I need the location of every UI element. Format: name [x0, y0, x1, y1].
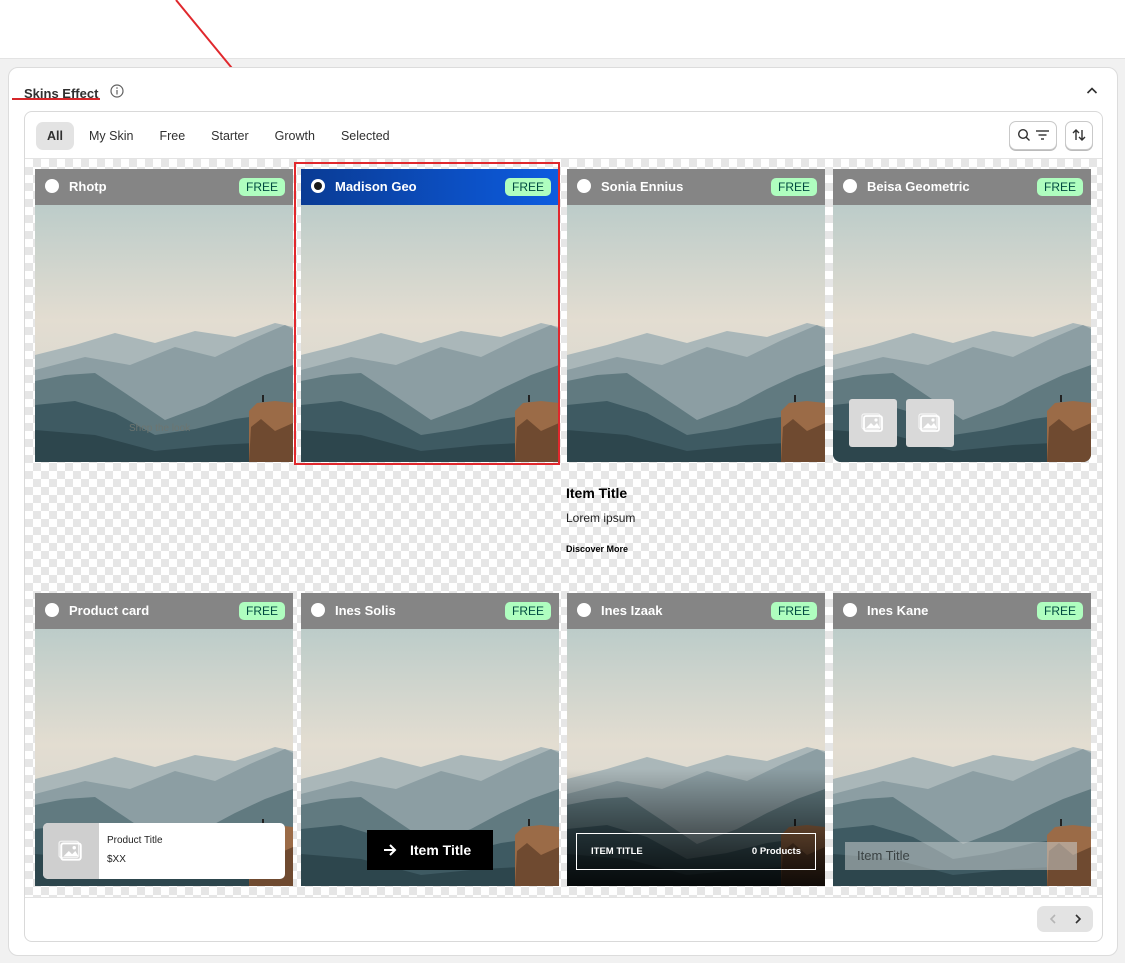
card-header: Sonia Ennius FREE: [567, 169, 825, 205]
card-header: Ines Izaak FREE: [567, 593, 825, 629]
select-radio[interactable]: [577, 179, 591, 193]
skin-card-ines-izaak[interactable]: Ines Izaak FREE ITEM TITLE 0 Products: [567, 593, 825, 886]
image-placeholder-icon: [918, 411, 942, 435]
tab-starter[interactable]: Starter: [200, 122, 260, 150]
section-title: Skins Effect: [24, 86, 99, 101]
sort-icon: [1072, 129, 1086, 141]
preview-image: Item Title: [833, 629, 1091, 886]
card-header: Ines Kane FREE: [833, 593, 1091, 629]
preview-image: Shop the look: [35, 205, 293, 462]
product-card-overlay: Product Title $XX: [43, 823, 285, 879]
tab-my-skin[interactable]: My Skin: [78, 122, 144, 150]
skins-effect-panel: Skins Effect All My Skin Free Starter Gr…: [8, 67, 1118, 956]
skin-card-rhotp[interactable]: Rhotp FREE Shop the look: [35, 169, 293, 462]
card-name: Ines Izaak: [601, 603, 663, 618]
sort-button[interactable]: [1065, 121, 1093, 150]
skin-card-ines-kane[interactable]: Ines Kane FREE Item Title: [833, 593, 1091, 886]
tab-growth[interactable]: Growth: [264, 122, 326, 150]
skins-grid: Rhotp FREE Shop the look Madison Geo FRE…: [25, 158, 1102, 898]
select-radio[interactable]: [843, 603, 857, 617]
image-placeholder-icon: [58, 838, 84, 864]
bar-title: ITEM TITLE: [591, 846, 643, 857]
card-header: Rhotp FREE: [35, 169, 293, 205]
preview-image: Product Title $XX: [35, 629, 293, 886]
chevron-up-icon[interactable]: [1085, 84, 1099, 98]
card-header: Beisa Geometric FREE: [833, 169, 1091, 205]
free-badge: FREE: [770, 602, 817, 620]
free-badge: FREE: [770, 178, 817, 196]
info-icon[interactable]: [110, 84, 124, 98]
chevron-right-icon[interactable]: [1073, 914, 1083, 924]
pagination: [1037, 906, 1093, 932]
filter-tabs: All My Skin Free Starter Growth Selected: [36, 122, 401, 150]
filter-icon: [1036, 130, 1049, 140]
preview-image: [567, 205, 825, 462]
free-badge: FREE: [504, 602, 551, 620]
card-name: Ines Kane: [867, 603, 929, 618]
item-title-bar: Item Title: [845, 842, 1077, 870]
select-radio[interactable]: [843, 179, 857, 193]
card-name: Product card: [69, 603, 150, 618]
skin-card-product-card[interactable]: Product card FREE Product Title $XX: [35, 593, 293, 886]
select-radio[interactable]: [45, 179, 59, 193]
item-title-bar: ITEM TITLE 0 Products: [576, 833, 816, 870]
card-header: Ines Solis FREE: [301, 593, 559, 629]
item-preview-text: Item Title Lorem ipsum Discover More: [566, 485, 806, 554]
skin-card-ines-solis[interactable]: Ines Solis FREE Item Title: [301, 593, 559, 886]
select-radio[interactable]: [45, 603, 59, 617]
search-icon: [1017, 128, 1030, 141]
tab-all[interactable]: All: [36, 122, 74, 150]
chevron-left-icon[interactable]: [1048, 914, 1058, 924]
thumbnail: [849, 399, 897, 447]
card-name: Rhotp: [69, 179, 107, 194]
thumbnail: [906, 399, 954, 447]
product-price: $XX: [107, 854, 126, 865]
free-badge: FREE: [238, 602, 285, 620]
select-radio[interactable]: [311, 603, 325, 617]
product-thumbnail: [43, 823, 99, 879]
product-count: 0 Products: [751, 846, 801, 857]
skins-browser: All My Skin Free Starter Growth Selected: [24, 111, 1103, 942]
select-radio[interactable]: [577, 603, 591, 617]
arrow-right-icon: [384, 844, 397, 856]
overlay-text: Shop the look: [129, 423, 191, 434]
button-label: Item Title: [410, 842, 472, 858]
product-title: Product Title: [107, 835, 163, 846]
preview-image: Item Title: [301, 629, 559, 886]
skin-card-sonia-ennius[interactable]: Sonia Ennius FREE: [567, 169, 825, 462]
card-name: Beisa Geometric: [867, 179, 970, 194]
preview-image: [833, 205, 1091, 462]
tab-selected[interactable]: Selected: [330, 122, 401, 150]
item-title: Item Title: [566, 485, 628, 501]
card-header: Product card FREE: [35, 593, 293, 629]
card-name: Ines Solis: [335, 603, 396, 618]
image-placeholder-icon: [861, 411, 885, 435]
discover-more-link: Discover More: [566, 544, 629, 554]
tab-free[interactable]: Free: [148, 122, 196, 150]
card-name: Sonia Ennius: [601, 179, 684, 194]
free-badge: FREE: [1036, 178, 1083, 196]
free-badge: FREE: [1036, 602, 1083, 620]
free-badge: FREE: [238, 178, 285, 196]
item-title-button: Item Title: [367, 830, 493, 870]
bar-title: Item Title: [857, 848, 910, 863]
annotation-highlight-box: [294, 162, 560, 465]
preview-image: ITEM TITLE 0 Products: [567, 629, 825, 886]
search-filter-button[interactable]: [1009, 121, 1057, 150]
item-description: Lorem ipsum: [566, 511, 636, 525]
skin-card-beisa-geometric[interactable]: Beisa Geometric FREE: [833, 169, 1091, 462]
